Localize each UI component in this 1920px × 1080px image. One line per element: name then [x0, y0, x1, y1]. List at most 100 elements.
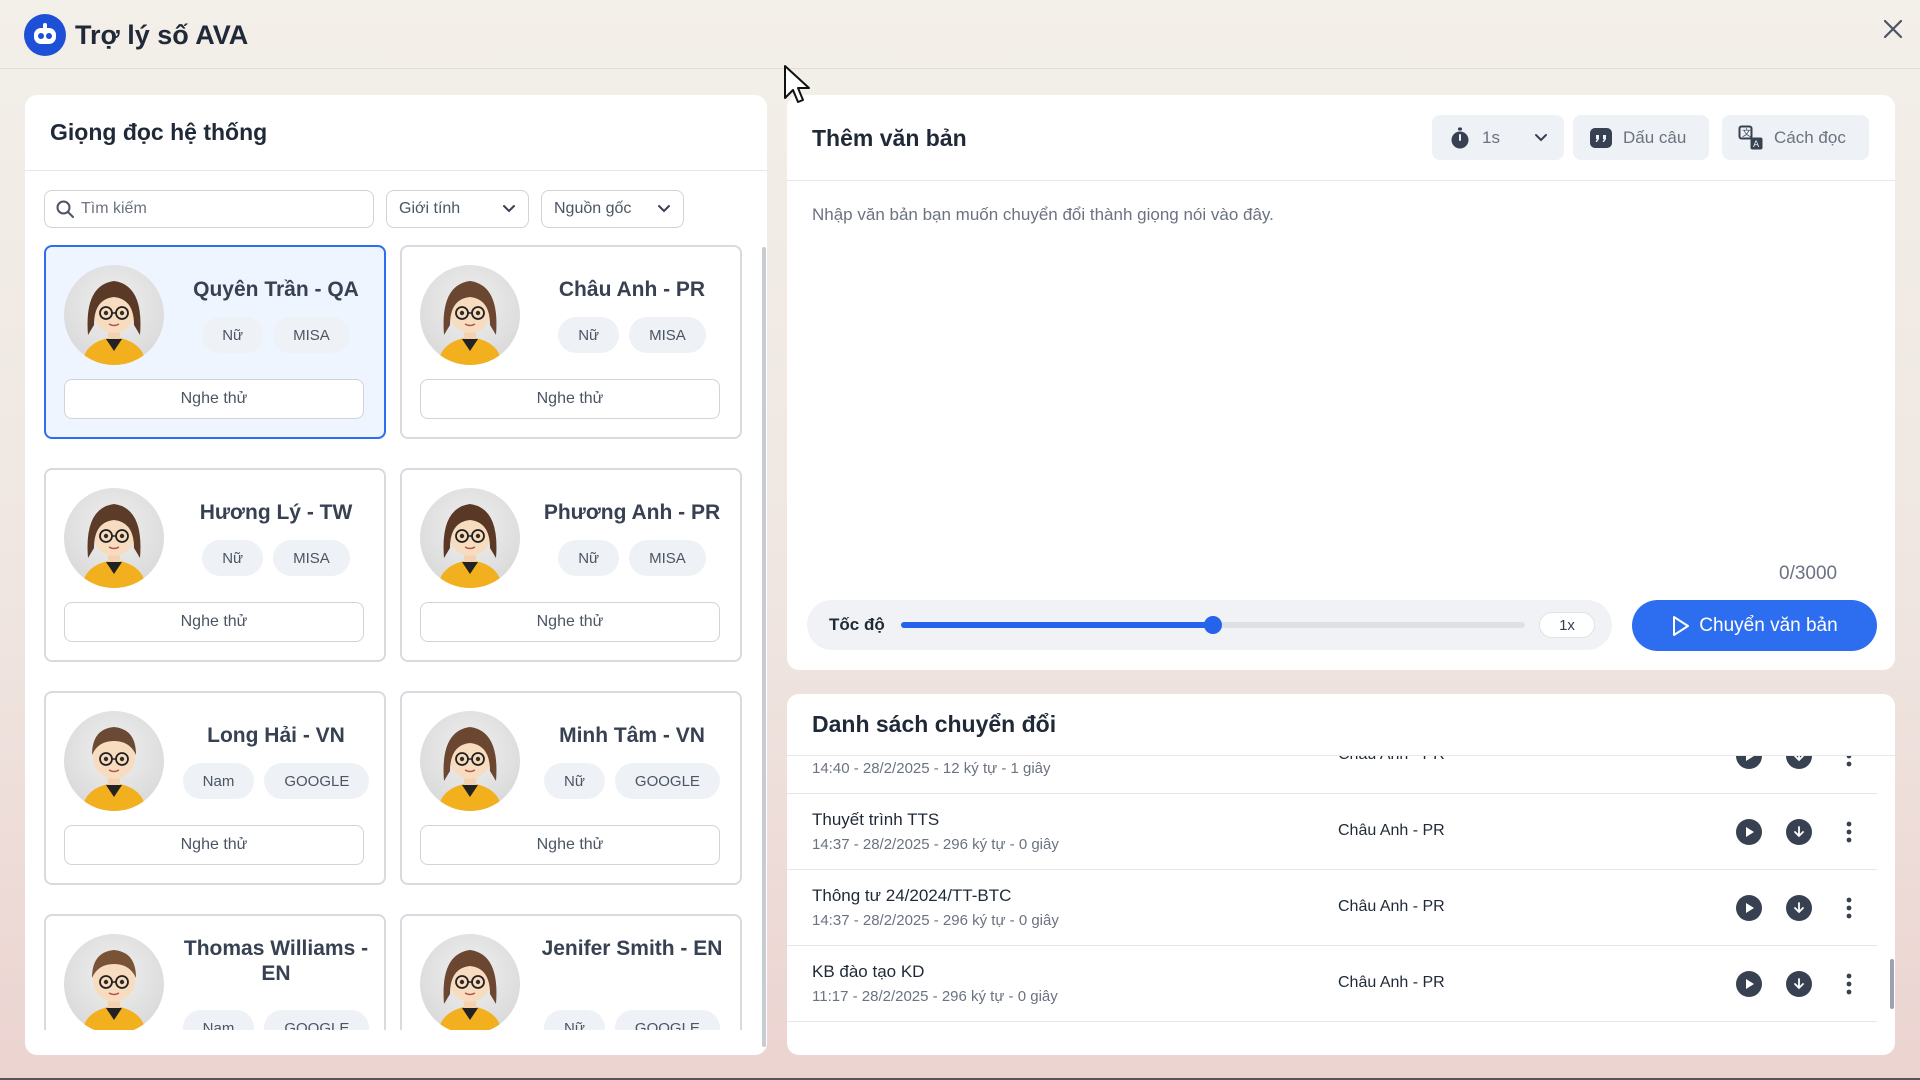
voice-name: Long Hải - VN [207, 724, 345, 747]
speed-slider[interactable] [901, 616, 1525, 634]
pause-duration-dropdown[interactable]: 1s [1432, 115, 1564, 160]
text-input[interactable] [812, 205, 1872, 535]
download-icon[interactable] [1786, 819, 1812, 845]
voice-card[interactable]: Minh Tâm - VN Nữ GOOGLE Nghe thử [400, 691, 742, 885]
download-icon[interactable] [1786, 971, 1812, 997]
avatar [420, 711, 520, 811]
conversion-row[interactable]: KB đào tạo KD 11:17 - 28/2/2025 - 296 ký … [787, 946, 1877, 1022]
source-tag: GOOGLE [264, 1010, 370, 1030]
conversion-voice: Châu Anh - PR [1338, 974, 1445, 991]
stopwatch-icon [1451, 127, 1469, 148]
speed-slider-thumb[interactable] [1204, 616, 1222, 634]
source-tag: GOOGLE [264, 763, 370, 799]
speed-value: 1x [1539, 612, 1595, 638]
gender-tag: Nữ [202, 317, 264, 353]
voice-card[interactable]: Hương Lý - TW Nữ MISA Nghe thử [44, 468, 386, 662]
conversion-row[interactable]: 14:40 - 28/2/2025 - 12 ký tự - 1 giây Châ… [787, 756, 1877, 794]
play-icon[interactable] [1736, 895, 1762, 921]
source-tag: MISA [629, 540, 706, 576]
listen-button[interactable]: Nghe thử [420, 379, 720, 419]
voice-name: Phương Anh - PR [543, 501, 721, 524]
gender-dropdown-label: Giới tính [399, 200, 461, 217]
source-tag: GOOGLE [614, 1010, 720, 1030]
close-icon[interactable] [1878, 14, 1908, 44]
voice-name: Châu Anh - PR [558, 278, 706, 301]
voice-filters: Giới tính Nguồn gốc [44, 190, 684, 228]
search-input[interactable] [81, 200, 351, 218]
conversion-meta: 14:40 - 28/2/2025 - 12 ký tự - 1 giây [812, 760, 1051, 777]
voice-card[interactable]: Thomas Williams - ENNamGOOGLENghe thử [44, 914, 386, 1030]
voice-name: Jenifer Smith - EN [541, 937, 723, 960]
voice-tags: Nữ MISA [532, 317, 732, 353]
more-vertical-icon[interactable] [1836, 756, 1862, 769]
search-box [44, 190, 374, 228]
voice-name: Hương Lý - TW [199, 501, 353, 524]
punctuation-button[interactable]: Dấu câu [1573, 115, 1709, 160]
svg-text:文: 文 [1742, 127, 1751, 139]
chevron-down-icon [503, 205, 515, 213]
listen-button[interactable]: Nghe thử [420, 825, 720, 865]
download-icon[interactable] [1786, 895, 1812, 921]
gender-tag: Nữ [558, 540, 620, 576]
voice-name: Minh Tâm - VN [559, 724, 705, 747]
reading-method-button[interactable]: 文A Cách đọc [1722, 115, 1869, 160]
more-vertical-icon[interactable] [1836, 819, 1862, 845]
speed-label: Tốc độ [829, 615, 885, 634]
gender-tag: Nữ [544, 763, 605, 799]
punctuation-label: Dấu câu [1623, 127, 1687, 147]
download-icon[interactable] [1786, 756, 1812, 769]
title-bar: Trợ lý số AVA [0, 0, 1920, 69]
voice-card[interactable]: Long Hải - VN Nam GOOGLE Nghe thử [44, 691, 386, 885]
voice-tags: Nữ GOOGLE [532, 1010, 732, 1030]
play-icon[interactable] [1736, 819, 1762, 845]
char-count: 0/3000 [1779, 563, 1838, 584]
reading-method-label: Cách đọc [1774, 127, 1846, 147]
conversion-meta: 11:17 - 28/2/2025 - 296 ký tự - 0 giây [812, 988, 1058, 1005]
conversion-voice: Châu Anh - PR [1338, 898, 1445, 915]
search-icon [56, 200, 74, 218]
convert-text-button[interactable]: Chuyển văn bản [1632, 600, 1877, 651]
conversion-row[interactable]: Thông tư 24/2024/TT-BTC 14:37 - 28/2/2025… [787, 870, 1877, 946]
more-vertical-icon[interactable] [1836, 971, 1862, 997]
text-panel-header: Thêm văn bản 1s Dấu câu 文A Cách đọc [787, 95, 1895, 181]
voice-tags: Nam GOOGLE [176, 1010, 376, 1030]
conversion-name: Thuyết trình TTS [812, 810, 940, 829]
listen-button[interactable]: Nghe thử [420, 602, 720, 642]
voice-tags: Nữ MISA [532, 540, 732, 576]
conversion-name: KB đào tạo KD [812, 962, 925, 981]
gender-tag: Nữ [544, 1010, 605, 1030]
voice-list-scrollbar[interactable] [762, 247, 766, 1047]
gender-tag: Nam [182, 1010, 255, 1030]
conversion-list-panel: Danh sách chuyển đổi 14:40 - 28/2/2025 -… [787, 694, 1895, 1055]
voice-card[interactable]: Jenifer Smith - ENNữGOOGLENghe thử [400, 914, 742, 1030]
avatar [64, 711, 164, 811]
more-vertical-icon[interactable] [1836, 895, 1862, 921]
pause-duration-value: 1s [1482, 127, 1500, 147]
svg-text:A: A [1753, 140, 1760, 150]
listen-button[interactable]: Nghe thử [64, 825, 364, 865]
source-dropdown-label: Nguồn gốc [554, 200, 632, 217]
voice-tags: Nam GOOGLE [176, 763, 376, 799]
gender-tag: Nữ [202, 540, 264, 576]
source-dropdown[interactable]: Nguồn gốc [541, 190, 684, 228]
app-title: Trợ lý số AVA [75, 20, 249, 50]
play-outline-icon [1673, 615, 1690, 636]
voice-name: Quyên Trần - QA [193, 278, 359, 301]
voice-tags: Nữ MISA [176, 317, 376, 353]
conversion-list-scrollbar[interactable] [1890, 959, 1894, 1009]
text-panel: Thêm văn bản 1s Dấu câu 文A Cách đọc 0/30… [787, 95, 1895, 670]
quote-icon [1590, 127, 1612, 148]
voice-card[interactable]: Phương Anh - PR Nữ MISA Nghe thử [400, 468, 742, 662]
gender-dropdown[interactable]: Giới tính [386, 190, 529, 228]
conversion-name: Thông tư 24/2024/TT-BTC [812, 886, 1012, 905]
conversion-list-title: Danh sách chuyển đổi [812, 711, 1057, 737]
voice-card[interactable]: Quyên Trần - QA Nữ MISA Nghe thử [44, 245, 386, 439]
voice-card[interactable]: Châu Anh - PR Nữ MISA Nghe thử [400, 245, 742, 439]
conversion-list: 14:40 - 28/2/2025 - 12 ký tự - 1 giây Châ… [787, 756, 1895, 1055]
voice-list: Quyên Trần - QA Nữ MISA Nghe thử Châu Anh - … [44, 245, 742, 1030]
conversion-row[interactable]: Thuyết trình TTS 14:37 - 28/2/2025 - 296 … [787, 794, 1877, 870]
play-icon[interactable] [1736, 971, 1762, 997]
listen-button[interactable]: Nghe thử [64, 602, 364, 642]
listen-button[interactable]: Nghe thử [64, 379, 364, 419]
play-icon[interactable] [1736, 756, 1762, 769]
